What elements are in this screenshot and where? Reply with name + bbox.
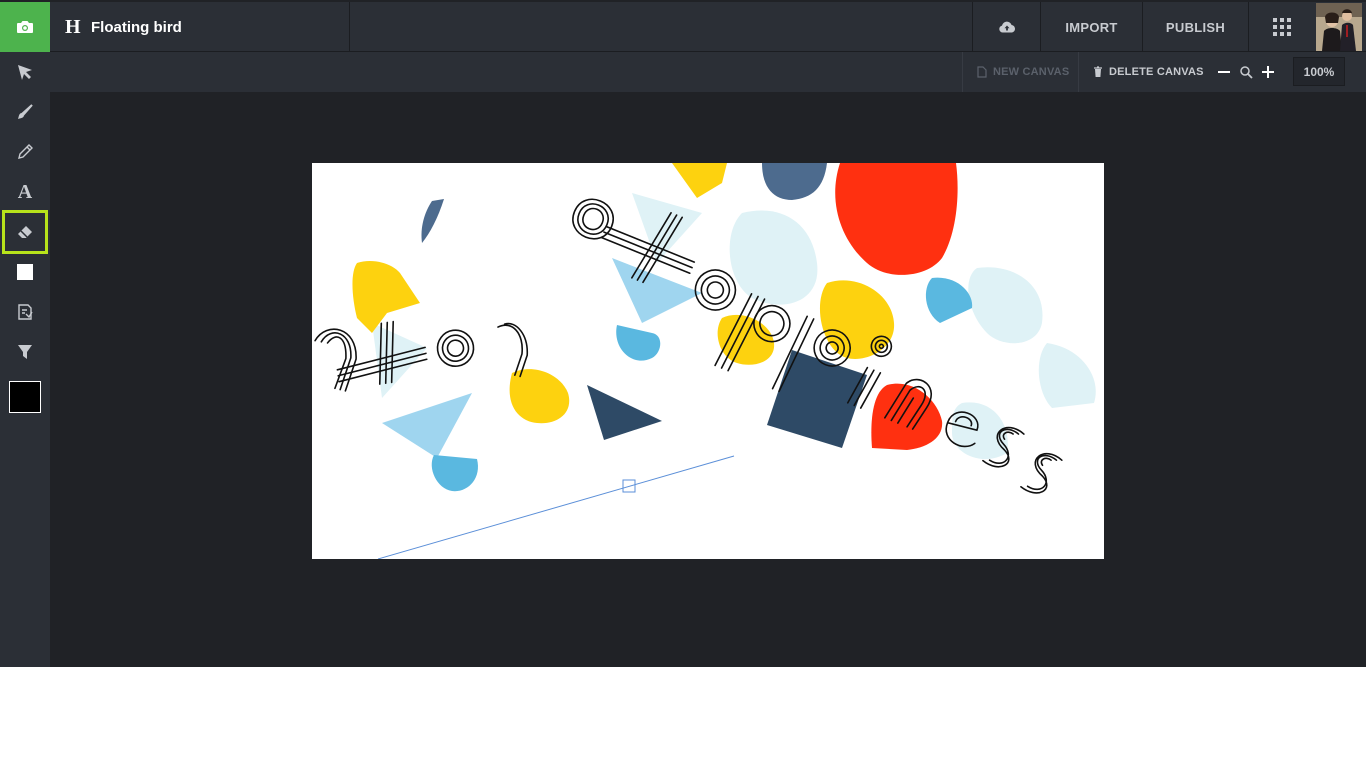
text-tool[interactable]: A bbox=[5, 172, 45, 212]
filter-tool[interactable] bbox=[5, 332, 45, 372]
brush-icon bbox=[18, 104, 33, 119]
fill-tool[interactable] bbox=[5, 252, 45, 292]
publish-button[interactable]: PUBLISH bbox=[1142, 2, 1248, 52]
brush-tool[interactable] bbox=[5, 92, 45, 132]
zoom-in-button[interactable] bbox=[1262, 52, 1280, 92]
document-save-icon bbox=[18, 304, 33, 320]
camera-button[interactable] bbox=[0, 2, 50, 52]
save-tool[interactable] bbox=[5, 292, 45, 332]
minus-icon bbox=[1218, 71, 1230, 73]
import-button[interactable]: IMPORT bbox=[1040, 2, 1142, 52]
trash-icon bbox=[1094, 66, 1102, 77]
zoom-out-button[interactable] bbox=[1218, 52, 1236, 92]
delete-canvas-label: DELETE CANVAS bbox=[1109, 66, 1204, 78]
color-swatch[interactable] bbox=[9, 381, 41, 413]
grid-icon bbox=[1272, 18, 1291, 36]
new-canvas-button[interactable]: NEW CANVAS bbox=[962, 52, 1078, 92]
cloud-upload-button[interactable] bbox=[972, 2, 1040, 52]
document-title-area[interactable]: H Floating bird bbox=[50, 2, 350, 52]
user-avatar[interactable] bbox=[1316, 3, 1362, 51]
magnifier-icon bbox=[1240, 65, 1253, 79]
cloud-upload-icon bbox=[998, 21, 1015, 33]
delete-canvas-button[interactable]: DELETE CANVAS bbox=[1078, 52, 1208, 92]
new-canvas-label: NEW CANVAS bbox=[993, 66, 1070, 78]
document-icon bbox=[977, 66, 987, 78]
text-icon: A bbox=[17, 180, 33, 203]
zoom-level-display[interactable]: 100% bbox=[1293, 57, 1345, 86]
app-window: H Floating bird IMPORT PUBLISH A NEW CAN… bbox=[0, 0, 1366, 667]
square-fill-icon bbox=[17, 264, 33, 280]
canvas-toolbar: NEW CANVAS DELETE CANVAS 100% bbox=[50, 52, 1366, 92]
pencil-tool[interactable] bbox=[5, 132, 45, 172]
drawing-canvas[interactable] bbox=[312, 163, 1104, 559]
eraser-icon bbox=[18, 226, 32, 238]
select-tool[interactable] bbox=[5, 52, 45, 92]
arrow-cursor-icon bbox=[18, 65, 32, 80]
top-bar: H Floating bird IMPORT PUBLISH bbox=[0, 2, 1366, 52]
plus-icon bbox=[1262, 66, 1274, 78]
document-title[interactable]: Floating bird bbox=[91, 19, 182, 36]
pencil-icon bbox=[18, 144, 33, 159]
canvas-artwork bbox=[314, 163, 1096, 559]
zoom-reset-button[interactable] bbox=[1240, 52, 1258, 92]
app-logo: H bbox=[65, 15, 81, 38]
camera-icon bbox=[17, 21, 33, 33]
funnel-icon bbox=[18, 345, 32, 359]
eraser-tool[interactable] bbox=[2, 210, 48, 254]
apps-grid-button[interactable] bbox=[1248, 2, 1314, 52]
tool-sidebar: A bbox=[0, 52, 50, 667]
